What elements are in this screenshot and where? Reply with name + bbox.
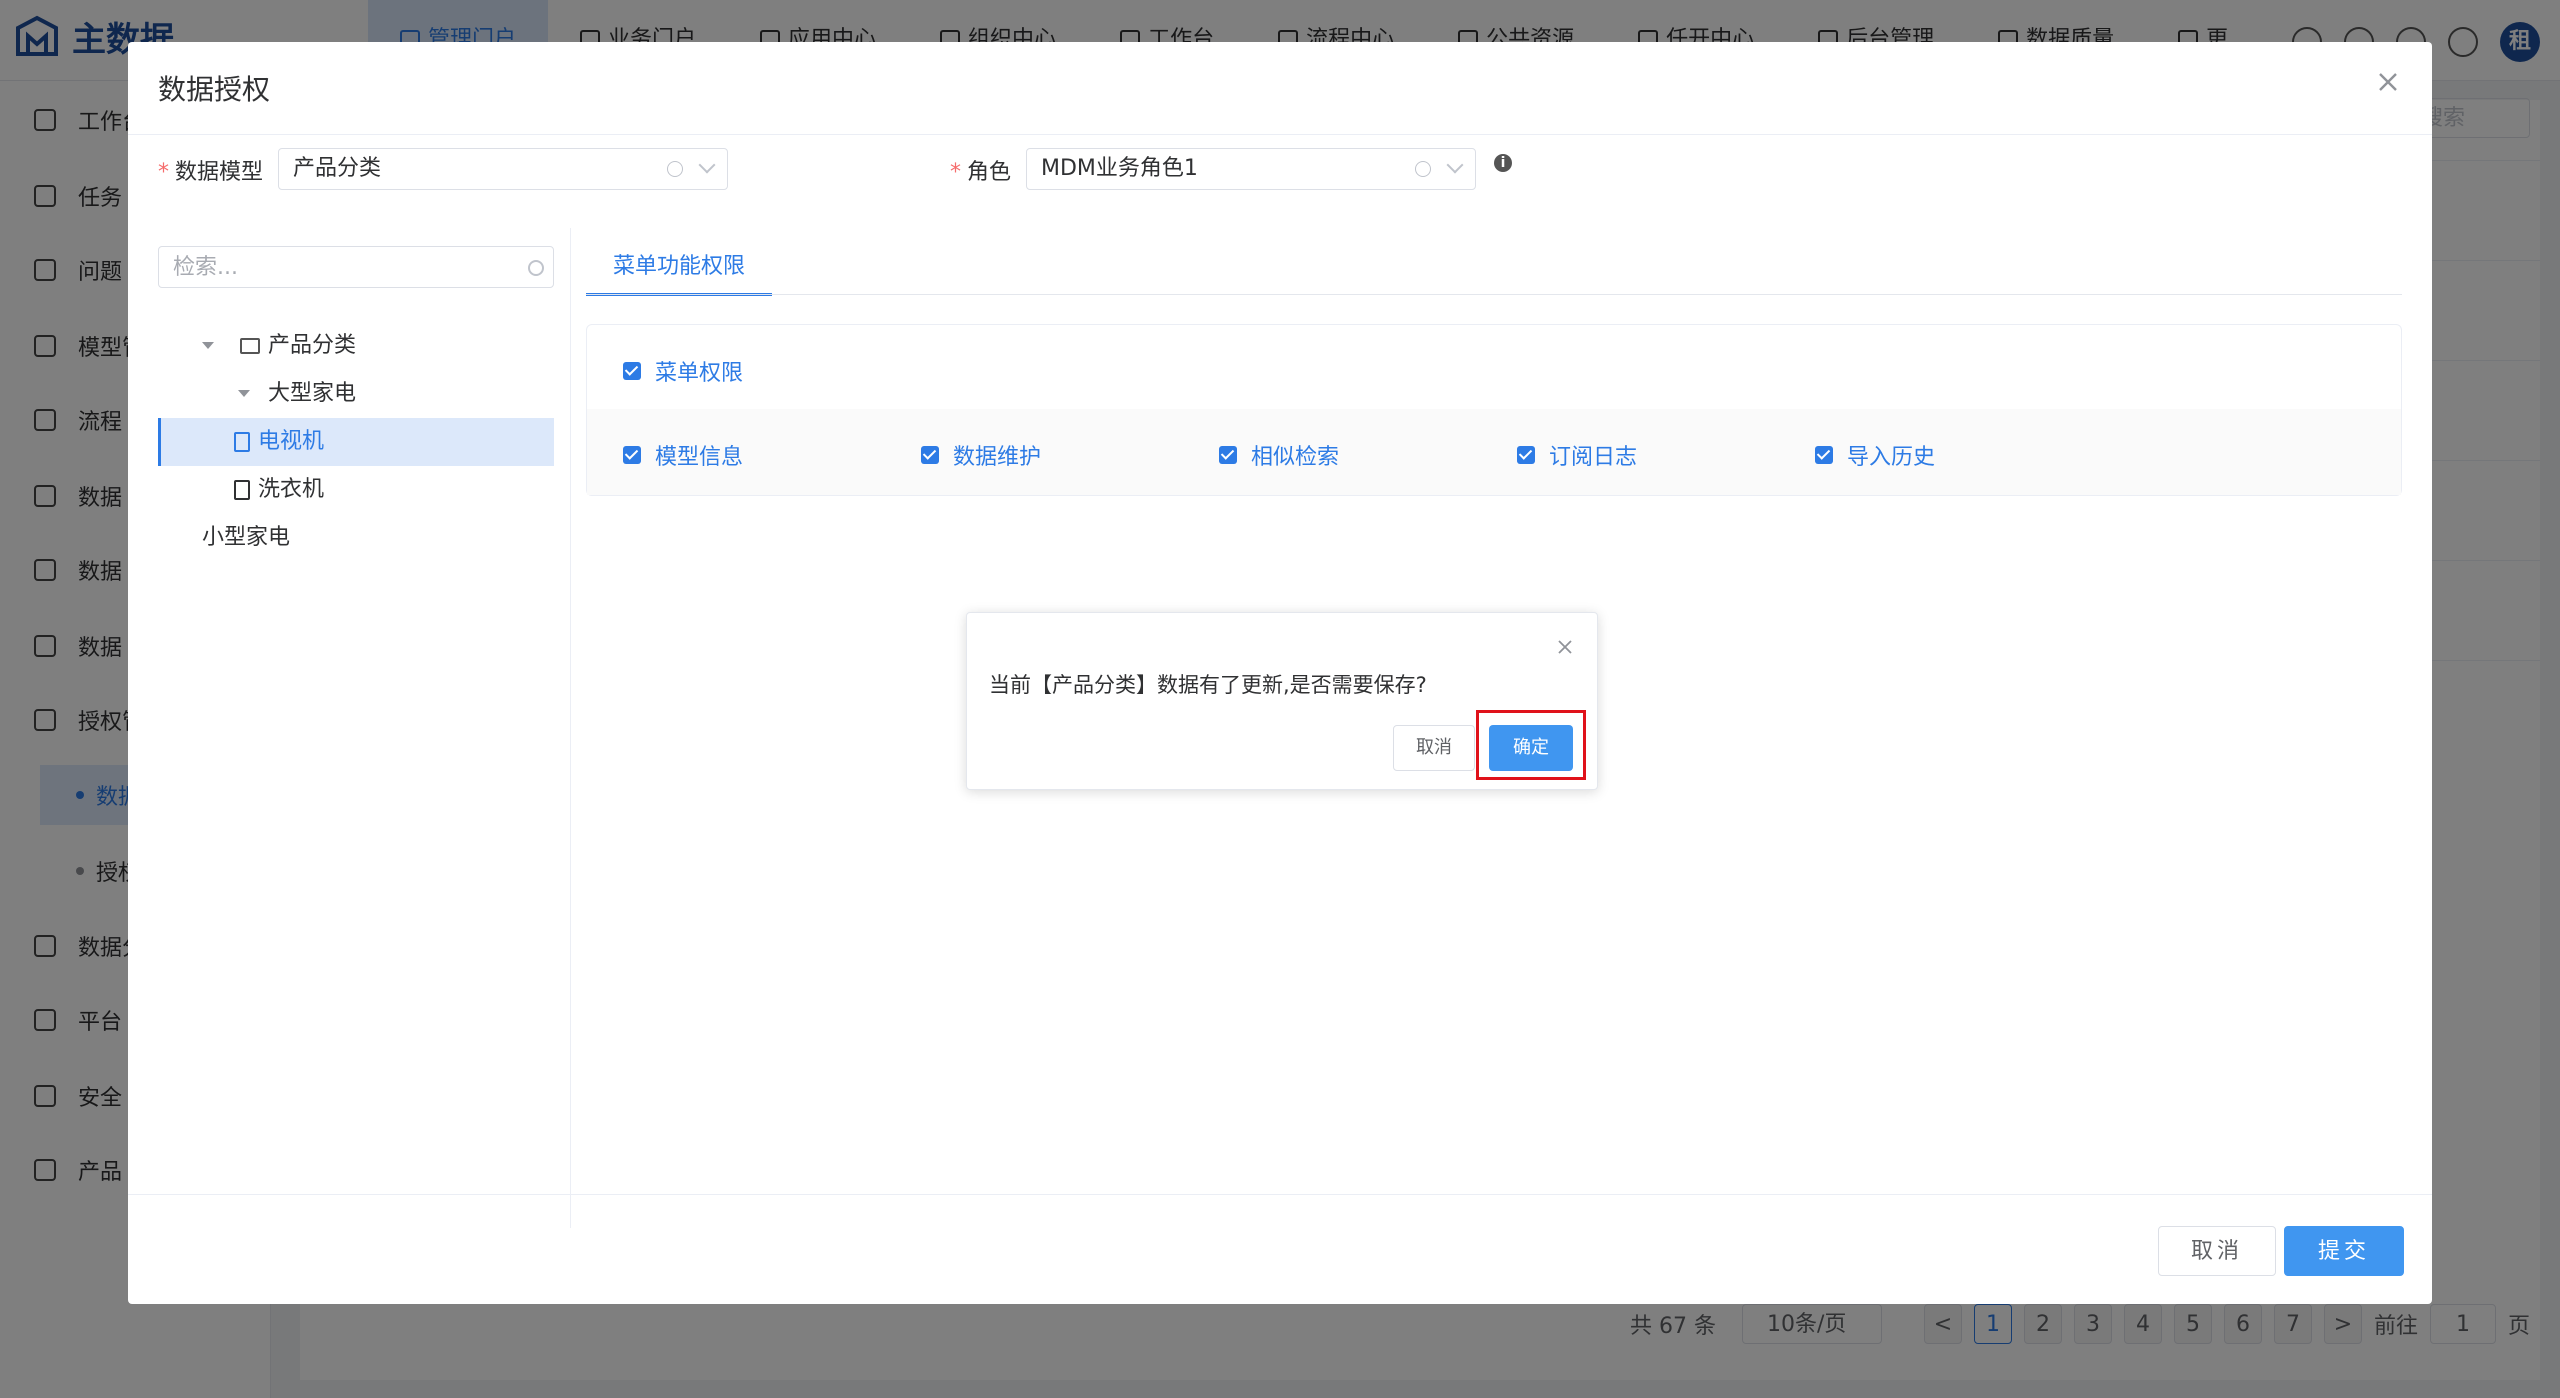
tree-node-large-appliances[interactable]: 大型家电 <box>158 370 554 418</box>
confirm-cancel-button[interactable]: 取消 <box>1393 725 1475 771</box>
dialog-header-divider <box>128 134 2432 135</box>
clear-icon[interactable] <box>667 161 683 177</box>
dialog-footer-divider <box>128 1194 2432 1195</box>
model-select[interactable]: 产品分类 <box>278 148 728 190</box>
perm-checkbox-similar-search[interactable]: 相似检索 <box>1219 439 1339 471</box>
checkbox-checked-icon <box>623 446 641 464</box>
checkbox-checked-icon <box>1815 446 1833 464</box>
info-icon[interactable]: i <box>1494 154 1512 172</box>
close-icon[interactable] <box>2374 68 2402 96</box>
dialog-title: 数据授权 <box>158 73 271 106</box>
highlight-box <box>1476 710 1586 780</box>
tab-bar-divider <box>586 294 2402 295</box>
file-icon <box>234 480 250 500</box>
required-mark: * <box>158 160 169 185</box>
checkbox-checked-icon <box>1219 446 1237 464</box>
tree-search-input[interactable] <box>158 246 554 288</box>
perm-checkbox-data-maintenance[interactable]: 数据维护 <box>921 439 1041 471</box>
checkbox-checked-icon <box>1517 446 1535 464</box>
role-select[interactable]: MDM业务角色1 <box>1026 148 1476 190</box>
checkbox-checked-icon <box>921 446 939 464</box>
clear-icon[interactable] <box>1415 161 1431 177</box>
perm-checkbox-subscription-log[interactable]: 订阅日志 <box>1517 439 1637 471</box>
tree-node-washer[interactable]: 洗衣机 <box>158 466 554 514</box>
tree-node-tv[interactable]: 电视机 <box>158 418 554 466</box>
tree-node-product-category[interactable]: 产品分类 <box>158 322 554 370</box>
permission-header: 菜单权限 <box>587 325 2401 410</box>
chevron-down-icon <box>698 156 716 174</box>
permission-items: 模型信息 数据维护 相似检索 订阅日志 导入历史 <box>587 409 2401 495</box>
file-icon <box>234 432 250 452</box>
close-icon[interactable] <box>1557 639 1573 655</box>
search-icon <box>528 260 544 276</box>
model-field-label: * 数据模型 <box>158 160 264 185</box>
perm-checkbox-model-info[interactable]: 模型信息 <box>623 439 743 471</box>
chevron-down-icon <box>1446 156 1464 174</box>
menu-permission-checkbox[interactable]: 菜单权限 <box>623 355 743 387</box>
submit-button[interactable]: 提交 <box>2284 1226 2404 1276</box>
role-field-label: * 角色 <box>950 160 1012 185</box>
checkbox-checked-icon <box>623 362 641 380</box>
tree-node-small-appliances[interactable]: 小型家电 <box>158 514 554 562</box>
caret-down-icon[interactable] <box>238 390 250 397</box>
caret-down-icon[interactable] <box>202 342 214 349</box>
perm-checkbox-import-history[interactable]: 导入历史 <box>1815 439 1935 471</box>
confirm-message: 当前【产品分类】数据有了更新,是否需要保存? <box>989 673 1427 697</box>
panel-divider <box>570 228 571 1228</box>
folder-icon <box>240 338 260 354</box>
required-mark: * <box>950 160 961 185</box>
permission-panel: 菜单权限 模型信息 数据维护 相似检索 订阅日志 导入历史 <box>586 324 2402 496</box>
tab-menu-permissions[interactable]: 菜单功能权限 <box>586 238 772 296</box>
cancel-button[interactable]: 取消 <box>2158 1226 2276 1276</box>
